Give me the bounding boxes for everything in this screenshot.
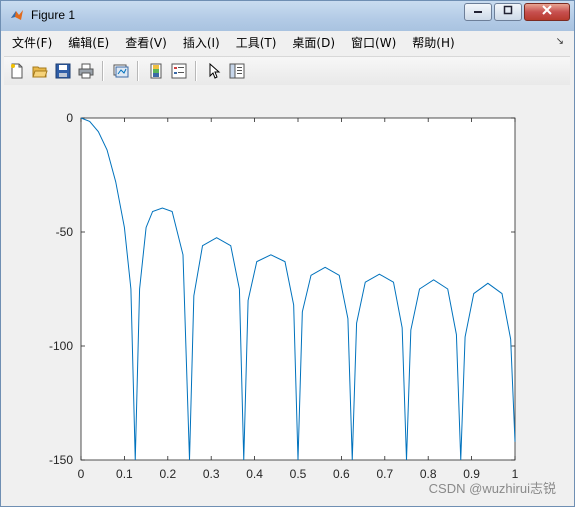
menu-view[interactable]: 查看(V) <box>117 34 175 52</box>
axes-box <box>80 117 516 461</box>
menu-file[interactable]: 文件(F) <box>4 34 60 52</box>
print-icon <box>78 63 94 79</box>
menu-bar: 文件(F) 编辑(E) 查看(V) 插入(I) 工具(T) 桌面(D) 窗口(W… <box>4 33 570 53</box>
maximize-icon <box>503 5 513 15</box>
menu-tools[interactable]: 工具(T) <box>228 34 285 52</box>
toolbar-separator <box>195 61 197 81</box>
menu-insert[interactable]: 插入(I) <box>175 34 228 52</box>
pointer-button[interactable] <box>204 61 224 81</box>
close-button[interactable] <box>524 3 570 21</box>
save-button[interactable] <box>53 61 73 81</box>
window-title: Figure 1 <box>31 8 76 22</box>
y-tick-label: -50 <box>56 225 74 239</box>
new-figure-icon <box>11 63 23 79</box>
figure-toolbar <box>4 56 570 86</box>
x-tick-label: 0 <box>78 467 85 481</box>
open-file-button[interactable] <box>30 61 50 81</box>
link-plot-button[interactable] <box>111 61 131 81</box>
watermark-text: CSDN @wuzhirui志锐 <box>428 481 556 496</box>
save-icon <box>55 63 71 79</box>
x-tick-label: 0.2 <box>159 467 176 481</box>
close-icon <box>542 5 552 15</box>
figure-window: Figure 1 文件(F) 编辑(E) 查看(V) 插入(I) 工具(T) 桌… <box>0 0 575 507</box>
dock-arrow-icon[interactable]: ↘ <box>556 36 564 47</box>
legend-button[interactable] <box>169 61 189 81</box>
title-bar[interactable]: Figure 1 <box>1 1 574 31</box>
y-tick-label: -150 <box>49 453 73 467</box>
minimize-icon <box>474 11 482 13</box>
x-tick-label: 0.6 <box>333 467 350 481</box>
toolbar-separator <box>137 61 139 81</box>
x-tick-label: 0.4 <box>246 467 263 481</box>
print-button[interactable] <box>76 61 96 81</box>
toolbar-separator <box>102 61 104 81</box>
x-tick-label: 0.1 <box>116 467 133 481</box>
menu-help[interactable]: 帮助(H) <box>404 34 462 52</box>
open-file-icon <box>32 66 48 78</box>
menu-edit[interactable]: 编辑(E) <box>60 34 117 52</box>
colorbar-button[interactable] <box>146 61 166 81</box>
link-plot-icon <box>113 64 129 78</box>
line-plot[interactable]: 0 0.1 0.2 0.3 0.4 0.5 0.6 0.7 0.8 0.9 10-50-100-15… <box>4 85 570 503</box>
property-inspector-icon <box>229 63 245 79</box>
x-tick-label: 0.7 <box>376 467 393 481</box>
menu-window[interactable]: 窗口(W) <box>343 34 404 52</box>
x-tick-label: 0.3 <box>203 467 220 481</box>
y-tick-label: 0 <box>66 111 73 125</box>
x-tick-label: 0.5 <box>290 467 307 481</box>
legend-icon <box>171 63 187 79</box>
maximize-button[interactable] <box>494 3 522 21</box>
matlab-logo-icon <box>11 10 23 20</box>
figure-canvas[interactable]: 0 0.1 0.2 0.3 0.4 0.5 0.6 0.7 0.8 0.9 1 0 -50 -100 -15… <box>4 85 570 503</box>
minimize-button[interactable] <box>464 3 492 21</box>
colorbar-icon <box>150 63 162 79</box>
pointer-icon <box>209 63 221 79</box>
y-tick-label: -100 <box>49 339 73 353</box>
menu-desktop[interactable]: 桌面(D) <box>284 34 343 52</box>
new-figure-button[interactable] <box>7 61 27 81</box>
property-inspector-button[interactable] <box>227 61 247 81</box>
